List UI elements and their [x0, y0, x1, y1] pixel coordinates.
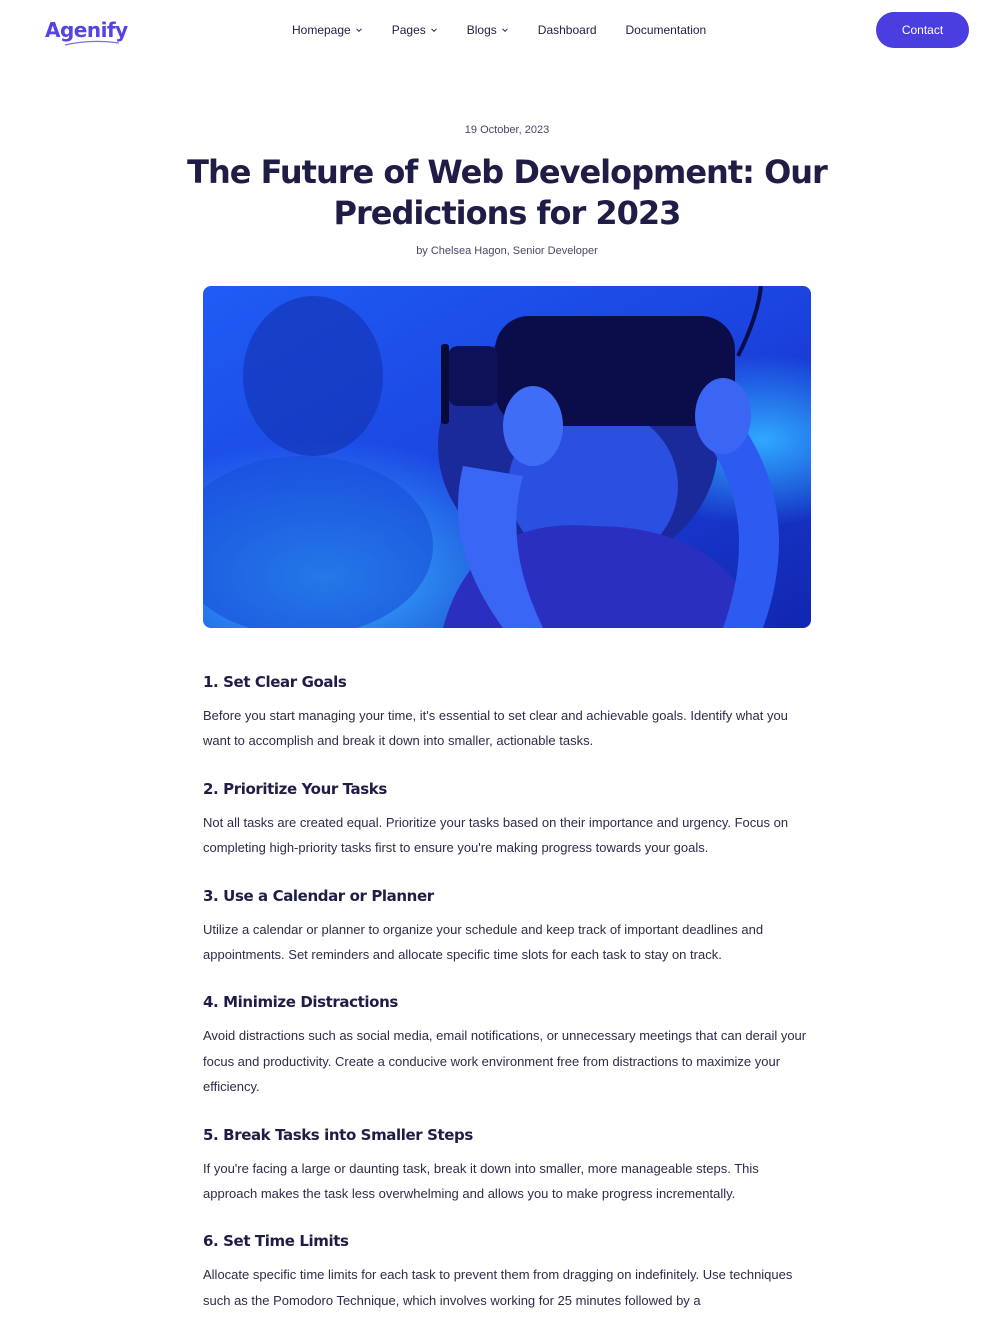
contact-button[interactable]: Contact	[876, 12, 969, 48]
article-body: 1. Set Clear Goals Before you start mana…	[203, 673, 815, 1339]
section-heading: 2. Prioritize Your Tasks	[203, 779, 387, 798]
article-section: 3. Use a Calendar or Planner Utilize a c…	[203, 887, 815, 968]
section-body: Before you start managing your time, it'…	[203, 708, 788, 749]
section-heading: 3. Use a Calendar or Planner	[203, 886, 434, 905]
article-section: 6. Set Time Limits Allocate specific tim…	[203, 1232, 815, 1313]
post-byline: by Chelsea Hagon, Senior Developer	[416, 245, 598, 257]
section-body: If you're facing a large or daunting tas…	[203, 1160, 759, 1202]
nav-item-blogs[interactable]: Blogs	[467, 22, 509, 38]
section-body: Allocate specific time limits for each t…	[203, 1267, 793, 1308]
nav-item-label: Pages	[391, 23, 426, 37]
section-body: Avoid distractions such as social media,…	[203, 1028, 807, 1095]
section-heading: 1. Set Clear Goals	[203, 673, 347, 691]
brand-logo[interactable]: Agenify	[45, 15, 128, 46]
post-date: 19 October, 2023	[464, 124, 550, 136]
chevron-down-icon	[355, 27, 363, 33]
nav-item-dashboard[interactable]: Dashboard	[538, 22, 597, 38]
vr-child-photo	[203, 286, 811, 628]
article-section: 2. Prioritize Your Tasks Not all tasks a…	[203, 780, 815, 861]
nav-item-label: Documentation	[625, 23, 707, 37]
nav-item-label: Dashboard	[537, 23, 597, 37]
nav-item-homepage[interactable]: Homepage	[292, 22, 363, 38]
nav-item-pages[interactable]: Pages	[392, 22, 438, 38]
main-nav: Homepage Pages Blogs Dashboard Documenta…	[292, 22, 735, 38]
nav-item-label: Homepage	[292, 23, 351, 37]
nav-item-documentation[interactable]: Documentation	[626, 22, 707, 38]
site-header: Agenify Homepage Pages Blogs Dashboard D…	[0, 0, 1000, 60]
section-heading: 4. Minimize Distractions	[203, 993, 398, 1012]
hero-image	[203, 286, 811, 628]
section-body: Not all tasks are created equal. Priorit…	[203, 814, 789, 856]
section-body: Utilize a calendar or planner to organiz…	[203, 921, 764, 963]
nav-item-label: Blogs	[466, 23, 497, 37]
article-section: 1. Set Clear Goals Before you start mana…	[203, 673, 815, 754]
article-section: 5. Break Tasks into Smaller Steps If you…	[203, 1126, 815, 1207]
section-heading: 6. Set Time Limits	[203, 1232, 349, 1251]
article-section: 4. Minimize Distractions Avoid distracti…	[203, 993, 815, 1099]
logo-swoosh-icon	[64, 40, 120, 46]
post-title: The Future of Web Development: Our Predi…	[187, 153, 828, 232]
section-heading: 5. Break Tasks into Smaller Steps	[203, 1125, 473, 1144]
chevron-down-icon	[430, 27, 438, 33]
chevron-down-icon	[501, 27, 509, 33]
